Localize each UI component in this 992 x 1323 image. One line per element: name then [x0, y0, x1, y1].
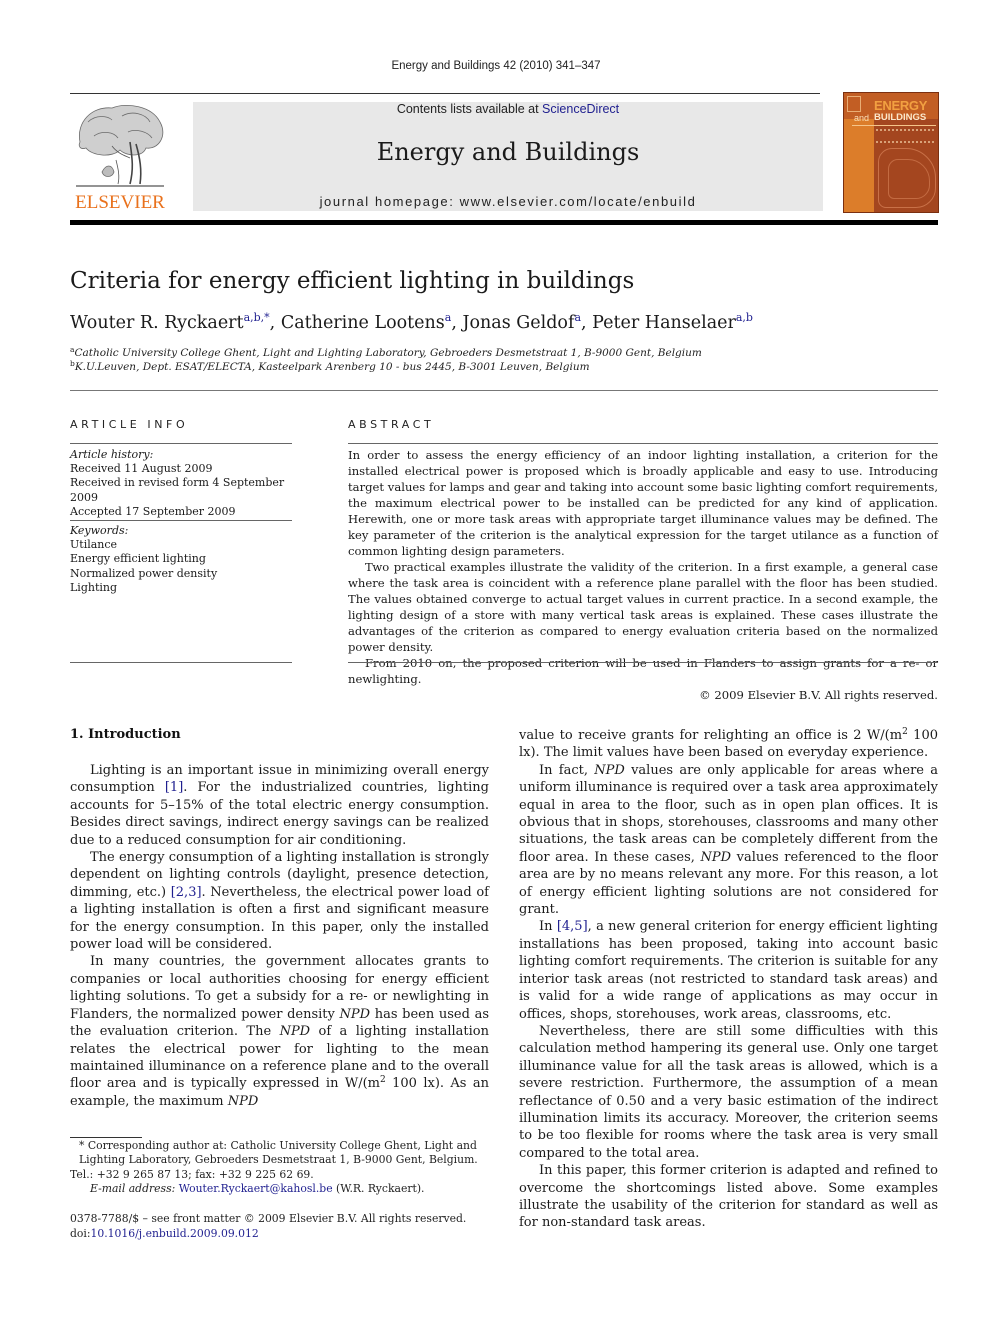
title-divider — [70, 390, 938, 391]
citation-link[interactable]: [1] — [165, 780, 183, 795]
body-paragraph: The energy consumption of a lighting ins… — [70, 850, 489, 953]
journal-homepage[interactable]: journal homepage: www.elsevier.com/locat… — [193, 194, 823, 209]
elsevier-wordmark: ELSEVIER — [75, 192, 165, 213]
elsevier-tree-icon — [76, 105, 164, 187]
article-history-label: Article history: — [70, 448, 154, 461]
abstract-heading: ABSTRACT — [348, 418, 435, 431]
abstract-copyright: © 2009 Elsevier B.V. All rights reserved… — [699, 688, 938, 702]
body-paragraph: Nevertheless, there are still some diffi… — [519, 1023, 938, 1161]
front-matter: 0378-7788/$ – see front matter © 2009 El… — [70, 1212, 490, 1241]
author-name[interactable]: Jonas Geldof — [462, 313, 574, 333]
keywords-label: Keywords: — [70, 524, 129, 537]
author-name[interactable]: Catherine Lootens — [281, 313, 445, 333]
doi-line: doi:10.1016/j.enbuild.2009.09.012 — [70, 1226, 259, 1240]
keyword-item: Utilance — [70, 538, 118, 552]
corresponding-author-text: * Corresponding author at: Catholic Univ… — [79, 1139, 478, 1167]
author-email-line: E-mail address: Wouter.Ryckaert@kahosl.b… — [90, 1182, 425, 1196]
cover-energy-text: ENERGY — [874, 98, 928, 113]
keyword-item: Lighting — [70, 580, 118, 594]
author-name[interactable]: Wouter R. Ryckaert — [70, 313, 244, 333]
elsevier-logo[interactable]: ELSEVIER — [70, 102, 170, 214]
keyword-item: Energy efficient lighting — [70, 552, 206, 566]
body-column-right: value to receive grants for relighting a… — [519, 727, 938, 1232]
contents-line: Contents lists available at ScienceDirec… — [193, 102, 823, 116]
section-heading-introduction: 1. Introduction — [70, 727, 181, 742]
author-list: Wouter R. Ryckaerta,b,*, Catherine Loote… — [70, 311, 753, 333]
author-name[interactable]: Peter Hanselaer — [592, 313, 736, 333]
body-paragraph: In this paper, this former criterion is … — [519, 1163, 938, 1231]
cover-and-text: and — [854, 113, 870, 123]
footnote-divider — [70, 1137, 142, 1138]
keywords: Keywords: Utilance Energy efficient ligh… — [70, 524, 300, 595]
cover-elsevier-icon — [847, 96, 861, 112]
sciencedirect-link[interactable]: ScienceDirect — [542, 102, 619, 116]
author-phone: Tel.: +32 9 265 87 13; fax: +32 9 225 62… — [70, 1167, 314, 1181]
corresponding-author-footnote: * Corresponding author at: Catholic Univ… — [70, 1139, 490, 1197]
body-paragraph: In [4,5], a new general criterion for en… — [519, 919, 939, 1022]
citation-link[interactable]: [4,5] — [557, 919, 588, 934]
cover-buildings-text: BUILDINGS — [874, 112, 927, 123]
contents-prefix: Contents lists available at — [396, 102, 543, 116]
abstract-paragraph: In order to assess the energy efficiency… — [348, 448, 938, 558]
abstract-paragraph: From 2010 on, the proposed criterion wil… — [348, 656, 938, 686]
body-paragraph: In many countries, the government alloca… — [70, 954, 490, 1109]
history-item: Accepted 17 September 2009 — [70, 504, 236, 518]
article-title: Criteria for energy efficient lighting i… — [70, 268, 635, 294]
affiliation-b: bK.U.Leuven, Dept. ESAT/ELECTA, Kasteelp… — [70, 359, 590, 373]
header-thick-divider — [70, 220, 938, 225]
journal-banner: Contents lists available at ScienceDirec… — [193, 102, 823, 211]
citation-link[interactable]: [2,3] — [171, 885, 202, 900]
top-divider — [70, 93, 820, 94]
history-item: Received in revised form 4 September 200… — [70, 476, 285, 504]
abstract-paragraph: Two practical examples illustrate the va… — [348, 560, 938, 654]
journal-title: Energy and Buildings — [376, 138, 640, 166]
journal-cover[interactable]: ENERGY and BUILDINGS — [843, 92, 939, 213]
article-info-heading: ARTICLE INFO — [70, 418, 189, 431]
body-column-left: Lighting is an important issue in minimi… — [70, 762, 489, 1110]
journal-reference: Energy and Buildings 42 (2010) 341–347 — [391, 60, 601, 72]
keyword-item: Normalized power density — [70, 566, 218, 580]
author-affiliation-mark[interactable]: a,b — [736, 311, 753, 324]
issn-line: 0378-7788/$ – see front matter © 2009 El… — [70, 1212, 467, 1225]
body-paragraph: value to receive grants for relighting a… — [519, 727, 938, 761]
body-paragraph: Lighting is an important issue in minimi… — [70, 763, 490, 848]
body-paragraph: In fact, NPD values are only applicable … — [519, 762, 938, 918]
author-affiliation-mark[interactable]: a,b,* — [244, 311, 270, 324]
history-item: Received 11 August 2009 — [70, 462, 213, 476]
author-email-link[interactable]: Wouter.Ryckaert@kahosl.be — [179, 1182, 333, 1195]
article-history: Article history: Received 11 August 2009… — [70, 448, 300, 519]
abstract-text: In order to assess the energy efficiency… — [348, 447, 938, 703]
doi-link[interactable]: 10.1016/j.enbuild.2009.09.012 — [91, 1227, 259, 1240]
affiliation-a: aCatholic University College Ghent, Ligh… — [70, 345, 702, 359]
